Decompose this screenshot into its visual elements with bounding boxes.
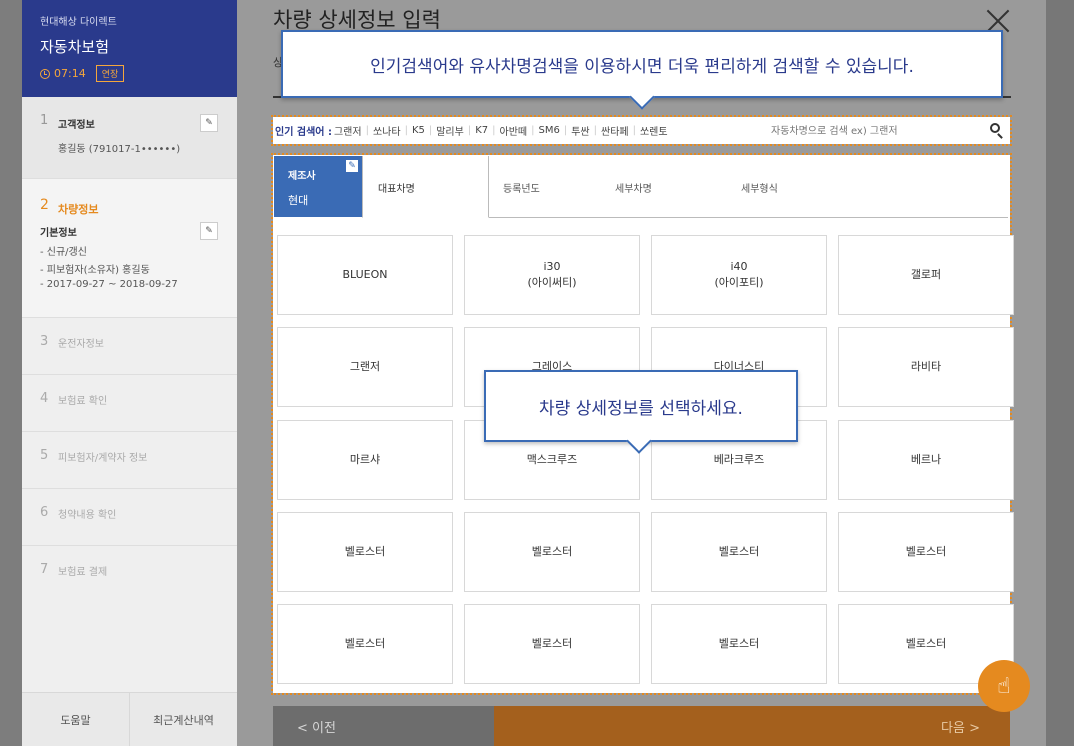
popular-keyword[interactable]: 쏘렌토 <box>640 123 668 138</box>
hand-pointer-icon[interactable]: ☝ <box>978 660 1030 712</box>
separator: | <box>467 125 472 136</box>
step-name: 청약내용 확인 <box>58 510 117 521</box>
overlay-edge <box>1046 0 1074 746</box>
step-number: 5 <box>40 448 49 463</box>
tab-registration-year[interactable]: 등록년도 <box>489 156 615 218</box>
search-input[interactable] <box>769 120 983 142</box>
separator: | <box>593 125 597 136</box>
car-model-cell[interactable]: 라비타 <box>838 327 1014 407</box>
step-detail: 홍길동 (791017-1••••••) <box>58 144 181 155</box>
maker-selector[interactable]: 제조사 현대 ✎ <box>274 156 362 217</box>
car-model-cell[interactable]: 벨로스터 <box>464 604 640 684</box>
step-tabs: 대표차명 등록년도 세부차명 세부형식 <box>362 156 1008 218</box>
car-model-cell[interactable]: BLUEON <box>277 235 453 315</box>
session-timer: 07:14 연장 <box>40 65 125 82</box>
step-number: 1 <box>40 113 49 128</box>
sidebar-footer: 도움말 최근계산내역 <box>22 692 237 746</box>
popular-keyword[interactable]: 투싼 <box>571 123 589 138</box>
separator: | <box>428 125 433 136</box>
detail-guide-tooltip: 차량 상세정보를 선택하세요. <box>484 370 798 442</box>
car-model-grid: BLUEON i30 (아이써티) i40 (아이포티) 갤로퍼 그랜저 그레이스 … <box>277 235 1014 688</box>
separator: | <box>365 125 369 136</box>
separator: | <box>531 125 535 136</box>
step-number: 7 <box>40 562 49 577</box>
step-customer-info[interactable]: 1 고객정보 홍길동 (791017-1••••••) ✎ <box>22 97 237 179</box>
popular-keyword[interactable]: 쏘나타 <box>373 123 401 138</box>
step-sub-title: 기본정보 <box>40 228 77 239</box>
pencil-icon[interactable]: ✎ <box>200 222 218 240</box>
step-name: 차량정보 <box>58 203 99 216</box>
step-number: 3 <box>40 334 49 349</box>
tab-detail-type[interactable]: 세부형식 <box>741 156 871 218</box>
car-model-cell[interactable]: 벨로스터 <box>277 604 453 684</box>
recent-calc-button[interactable]: 최근계산내역 <box>130 693 237 746</box>
tab-model-name[interactable]: 대표차명 <box>362 156 489 218</box>
search-icon[interactable] <box>990 123 1000 133</box>
popular-keyword[interactable]: 말리부 <box>436 123 464 138</box>
popular-keyword[interactable]: 싼타페 <box>601 123 629 138</box>
car-model-cell[interactable]: 그랜저 <box>277 327 453 407</box>
step-detail-line: - 2017-09-27 ~ 2018-09-27 <box>40 279 178 290</box>
step-payment[interactable]: 7 보험료 결제 <box>22 546 237 603</box>
product-title: 자동차보험 <box>40 38 110 56</box>
car-model-cell[interactable]: 벨로스터 <box>651 512 827 592</box>
separator: | <box>563 125 568 136</box>
step-application-check[interactable]: 6 청약내용 확인 <box>22 489 237 546</box>
car-model-cell[interactable]: 갤로퍼 <box>838 235 1014 315</box>
brand-label: 현대해상 다이렉트 <box>40 17 117 28</box>
step-name: 보험료 확인 <box>58 396 108 407</box>
car-model-cell[interactable]: 벨로스터 <box>651 604 827 684</box>
step-name: 보험료 결제 <box>58 567 108 578</box>
pencil-icon[interactable]: ✎ <box>200 114 218 132</box>
next-button[interactable]: 다음 > <box>494 706 1010 746</box>
popular-keyword[interactable]: K7 <box>475 125 488 136</box>
separator: | <box>632 125 636 136</box>
step-detail-line: - 신규/갱신 <box>40 247 87 258</box>
step-name: 피보험자/계약자 정보 <box>58 453 148 464</box>
car-model-cell[interactable]: 베르나 <box>838 420 1014 500</box>
sidebar-header: 현대해상 다이렉트 자동차보험 07:14 연장 <box>22 0 237 97</box>
separator: | <box>492 125 496 136</box>
car-model-cell[interactable]: 벨로스터 <box>277 512 453 592</box>
step-name: 고객정보 <box>58 120 95 131</box>
step-number: 2 <box>40 197 49 213</box>
popular-search-label: 인기 검색어 : <box>275 127 332 138</box>
step-detail-line: - 피보험자(소유자) 홍길동 <box>40 265 150 276</box>
popular-keyword[interactable]: SM6 <box>539 125 560 136</box>
help-button[interactable]: 도움말 <box>22 693 130 746</box>
car-model-cell[interactable]: 벨로스터 <box>838 512 1014 592</box>
extend-button[interactable]: 연장 <box>95 65 125 82</box>
maker-label: 제조사 <box>288 171 316 182</box>
sidebar: 현대해상 다이렉트 자동차보험 07:14 연장 1 고객정보 홍길동 (791… <box>22 0 237 746</box>
popular-search-list: 그랜저 | 쏘나타 | K5 | 말리부 | K7 | 아반떼 | SM6 | 투싼 | 싼타페… <box>334 123 668 138</box>
step-premium-check[interactable]: 4 보험료 확인 <box>22 375 237 432</box>
step-vehicle-info[interactable]: 2 차량정보 기본정보 ✎ - 신규/갱신 - 피보험자(소유자) 홍길동 - … <box>22 179 237 318</box>
separator: | <box>404 125 408 136</box>
step-number: 4 <box>40 391 49 406</box>
step-number: 6 <box>40 505 49 520</box>
car-model-cell[interactable]: 마르샤 <box>277 420 453 500</box>
step-insured-info[interactable]: 5 피보험자/계약자 정보 <box>22 432 237 489</box>
car-model-cell[interactable]: 벨로스터 <box>464 512 640 592</box>
timer-value: 07:14 <box>54 67 86 80</box>
step-name: 운전자정보 <box>58 339 104 350</box>
tab-detail-name[interactable]: 세부차명 <box>615 156 741 218</box>
pencil-icon[interactable]: ✎ <box>346 160 358 172</box>
popular-keyword[interactable]: 그랜저 <box>334 123 362 138</box>
popular-keyword[interactable]: 아반떼 <box>500 123 528 138</box>
maker-value: 현대 <box>288 194 309 207</box>
car-model-cell[interactable]: i40 (아이포티) <box>651 235 827 315</box>
clock-icon <box>40 68 50 79</box>
prev-button[interactable]: < 이전 <box>273 706 494 746</box>
search-guide-tooltip: 인기검색어와 유사차명검색을 이용하시면 더욱 편리하게 검색할 수 있습니다. <box>281 30 1003 98</box>
car-model-cell[interactable]: i30 (아이써티) <box>464 235 640 315</box>
search-bar: 인기 검색어 : 그랜저 | 쏘나타 | K5 | 말리부 | K7 | 아반떼 | SM6… <box>271 115 1012 146</box>
step-driver-info[interactable]: 3 운전자정보 <box>22 318 237 375</box>
popular-keyword[interactable]: K5 <box>412 125 425 136</box>
